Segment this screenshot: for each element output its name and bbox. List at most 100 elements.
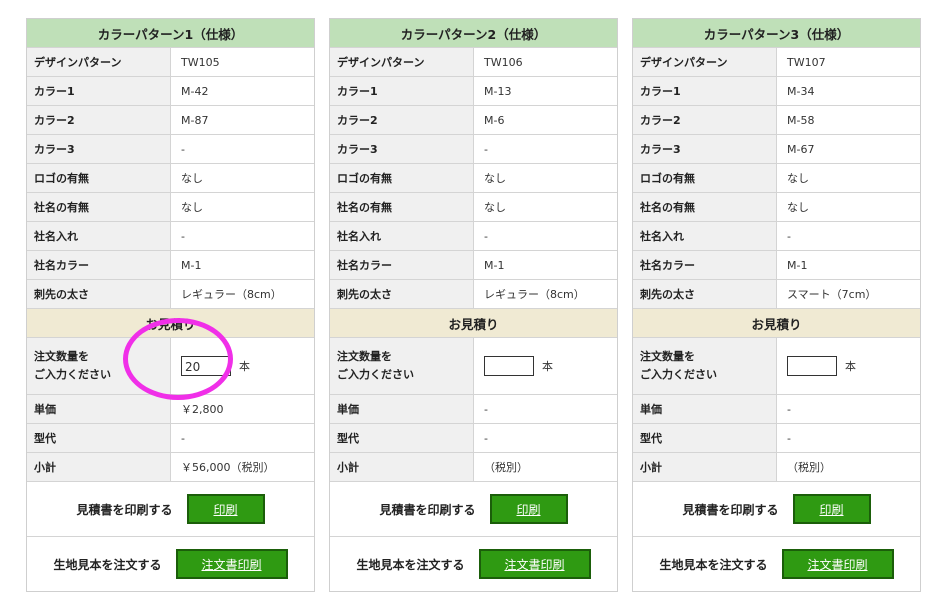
color2-label: カラー2: [27, 105, 171, 135]
panel-title: カラーパターン3（仕様）: [633, 19, 920, 48]
tip-thickness-label: 刺先の太さ: [633, 279, 777, 309]
design-value: TW105: [170, 47, 314, 77]
quantity-label-line2: ご入力ください: [337, 368, 414, 381]
color2-value: M-58: [776, 105, 920, 135]
order-sample-label: 生地見本を注文する: [53, 557, 162, 572]
company-name-present-label: 社名の有無: [330, 192, 474, 222]
panel-title: カラーパターン2（仕様）: [330, 19, 617, 48]
design-value: TW106: [473, 47, 617, 77]
print-quote-section: 見積書を印刷する 印刷: [330, 482, 617, 537]
company-name-color-value: M-1: [776, 250, 920, 280]
company-name-color-label: 社名カラー: [27, 250, 171, 280]
company-name-insert-value: -: [170, 221, 314, 251]
quote-header: お見積り: [27, 308, 314, 338]
quantity-label-line1: 注文数量を: [640, 350, 695, 363]
quantity-label: 注文数量をご入力ください: [27, 337, 171, 395]
color1-value: M-34: [776, 76, 920, 106]
color3-label: カラー3: [27, 134, 171, 164]
subtotal-value: （税別）: [473, 452, 617, 482]
quantity-label: 注文数量をご入力ください: [330, 337, 474, 395]
logo-label: ロゴの有無: [330, 163, 474, 193]
tip-thickness-value: レギュラー（8cm）: [170, 279, 314, 309]
company-name-insert-label: 社名入れ: [330, 221, 474, 251]
logo-value: なし: [776, 163, 920, 193]
quantity-label-line1: 注文数量を: [337, 350, 392, 363]
color1-label: カラー1: [330, 76, 474, 106]
company-name-insert-label: 社名入れ: [27, 221, 171, 251]
color3-value: M-67: [776, 134, 920, 164]
color1-value: M-42: [170, 76, 314, 106]
subtotal-value: （税別）: [776, 452, 920, 482]
unit-price-value: -: [776, 394, 920, 424]
color3-label: カラー3: [330, 134, 474, 164]
print-button[interactable]: 印刷: [792, 494, 871, 524]
color3-value: -: [473, 134, 617, 164]
mold-fee-label: 型代: [330, 423, 474, 453]
subtotal-label: 小計: [27, 452, 171, 482]
tip-thickness-label: 刺先の太さ: [330, 279, 474, 309]
logo-value: なし: [473, 163, 617, 193]
print-button[interactable]: 印刷: [489, 494, 568, 524]
mold-fee-label: 型代: [633, 423, 777, 453]
order-sample-section: 生地見本を注文する 注文書印刷: [330, 537, 617, 591]
order-form-print-button[interactable]: 注文書印刷: [175, 549, 288, 579]
print-quote-section: 見積書を印刷する 印刷: [633, 482, 920, 537]
company-name-insert-label: 社名入れ: [633, 221, 777, 251]
quantity-input[interactable]: [484, 356, 534, 376]
company-name-present-value: なし: [776, 192, 920, 222]
company-name-present-value: なし: [473, 192, 617, 222]
quantity-label-line2: ご入力ください: [640, 368, 717, 381]
color3-label: カラー3: [633, 134, 777, 164]
company-name-present-label: 社名の有無: [633, 192, 777, 222]
order-form-print-button[interactable]: 注文書印刷: [781, 549, 894, 579]
tip-thickness-value: レギュラー（8cm）: [473, 279, 617, 309]
print-button[interactable]: 印刷: [186, 494, 265, 524]
company-name-color-value: M-1: [473, 250, 617, 280]
color-pattern-panel-2: カラーパターン2（仕様） デザインパターン TW106 カラー1 M-13 カラー2…: [329, 18, 618, 592]
color-pattern-panel-1: カラーパターン1（仕様） デザインパターン TW105 カラー1 M-42 カラー2…: [26, 18, 315, 592]
subtotal-value: ￥56,000（税別）: [170, 452, 314, 482]
company-name-present-value: なし: [170, 192, 314, 222]
unit-price-label: 単価: [633, 394, 777, 424]
logo-label: ロゴの有無: [633, 163, 777, 193]
mold-fee-value: -: [473, 423, 617, 453]
color2-label: カラー2: [330, 105, 474, 135]
quantity-unit: 本: [542, 360, 553, 373]
subtotal-label: 小計: [330, 452, 474, 482]
color-pattern-panel-3: カラーパターン3（仕様） デザインパターン TW107 カラー1 M-34 カラー2…: [632, 18, 921, 592]
company-name-color-value: M-1: [170, 250, 314, 280]
design-label: デザインパターン: [330, 47, 474, 77]
quote-header: お見積り: [330, 308, 617, 338]
color1-value: M-13: [473, 76, 617, 106]
color2-value: M-87: [170, 105, 314, 135]
mold-fee-value: -: [776, 423, 920, 453]
quantity-label-line1: 注文数量を: [34, 350, 89, 363]
color1-label: カラー1: [633, 76, 777, 106]
panel-title: カラーパターン1（仕様）: [27, 19, 314, 48]
logo-label: ロゴの有無: [27, 163, 171, 193]
design-label: デザインパターン: [27, 47, 171, 77]
unit-price-label: 単価: [27, 394, 171, 424]
order-sample-section: 生地見本を注文する 注文書印刷: [633, 537, 920, 591]
quantity-unit: 本: [239, 360, 250, 373]
tip-thickness-label: 刺先の太さ: [27, 279, 171, 309]
quantity-input[interactable]: 20: [181, 356, 231, 376]
design-label: デザインパターン: [633, 47, 777, 77]
company-name-color-label: 社名カラー: [633, 250, 777, 280]
quote-header: お見積り: [633, 308, 920, 338]
quantity-unit: 本: [845, 360, 856, 373]
quantity-label-line2: ご入力ください: [34, 368, 111, 381]
unit-price-value: ￥2,800: [170, 394, 314, 424]
order-sample-section: 生地見本を注文する 注文書印刷: [27, 537, 314, 591]
color1-label: カラー1: [27, 76, 171, 106]
order-form-print-button[interactable]: 注文書印刷: [478, 549, 591, 579]
quantity-input[interactable]: [787, 356, 837, 376]
company-name-present-label: 社名の有無: [27, 192, 171, 222]
print-quote-section: 見積書を印刷する 印刷: [27, 482, 314, 537]
color3-value: -: [170, 134, 314, 164]
design-value: TW107: [776, 47, 920, 77]
logo-value: なし: [170, 163, 314, 193]
print-quote-label: 見積書を印刷する: [76, 502, 173, 517]
company-name-color-label: 社名カラー: [330, 250, 474, 280]
company-name-insert-value: -: [776, 221, 920, 251]
